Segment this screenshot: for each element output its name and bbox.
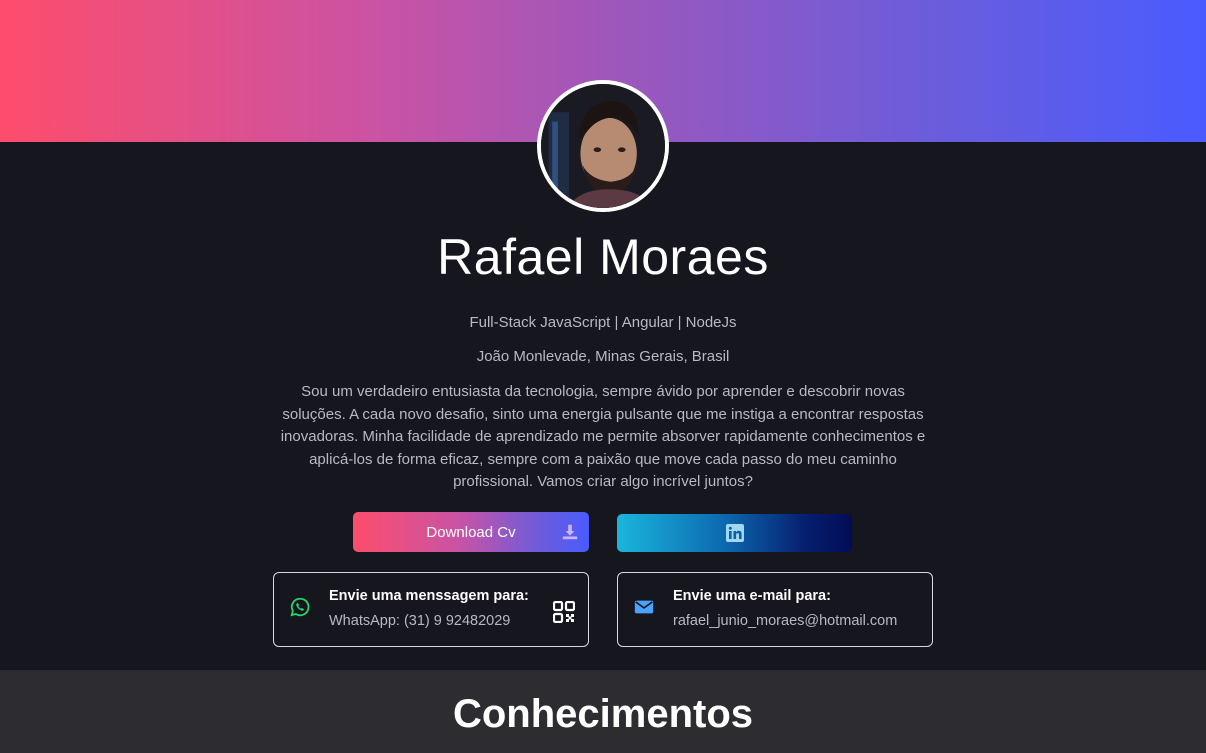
portfolio-page: Rafael Moraes Full-Stack JavaScript | An… [0,0,1206,753]
email-contact-title: Envie uma e-mail para: [673,588,831,604]
mail-icon [634,600,654,614]
download-cv-label: Download Cv [426,523,516,541]
profile-location: João Monlevade, Minas Gerais, Brasil [476,348,730,365]
download-cv-button[interactable]: Download Cv [353,512,589,552]
linkedin-icon [725,524,744,542]
skills-section: Conhecimentos [0,670,1206,753]
linkedin-button[interactable] [617,514,852,552]
skills-title: Conhecimentos [452,692,754,736]
profile-name: Rafael Moraes [437,229,769,285]
profile-bio: Sou um verdadeiro entusiasta da tecnolog… [280,383,926,490]
avatar-photo [541,84,665,208]
email-contact-card[interactable]: Envie uma e-mail para: rafael_junio_mora… [617,572,933,647]
qr-code-icon[interactable] [553,601,575,623]
whatsapp-contact-title: Envie uma menssagem para: [329,588,529,604]
whatsapp-contact-card[interactable]: Envie uma menssagem para: WhatsApp: (31)… [273,572,589,647]
download-icon [562,524,578,540]
whatsapp-icon [290,597,310,617]
profile-headline: Full-Stack JavaScript | Angular | NodeJs [469,314,737,331]
email-address: rafael_junio_moraes@hotmail.com [673,613,898,629]
whatsapp-number: WhatsApp: (31) 9 92482029 [329,613,511,629]
avatar [537,80,669,212]
